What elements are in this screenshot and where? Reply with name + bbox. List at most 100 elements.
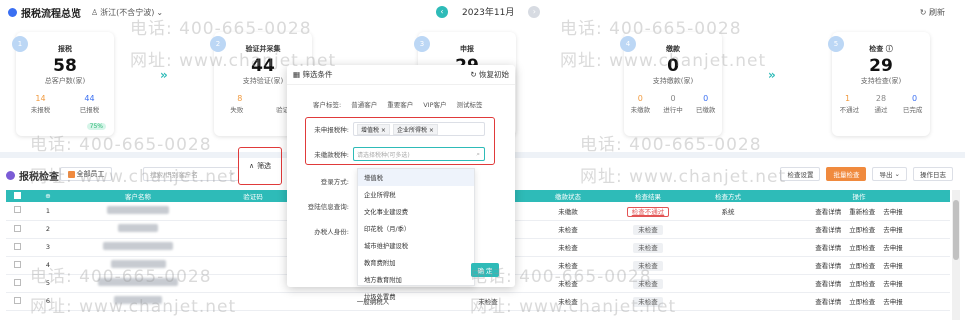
check-link[interactable]: 立即检查 [849, 244, 875, 252]
operation-log-button[interactable]: 操作日志 [913, 167, 953, 181]
dropdown-option[interactable]: 企业所得税 [358, 186, 474, 203]
row-checkbox[interactable] [13, 224, 21, 232]
row-checkbox[interactable] [13, 206, 21, 214]
check-result-tag[interactable]: 未检查 [633, 279, 663, 289]
batch-check-button[interactable]: 批量检查 [826, 167, 867, 181]
header-check-method[interactable]: 检查方式 [688, 190, 768, 202]
dropdown-option[interactable]: 文化事业建设费 [358, 203, 474, 220]
check-result-tag[interactable]: 未检查 [633, 261, 663, 271]
view-detail-link[interactable]: 查看详情 [815, 208, 841, 216]
customer-name[interactable] [68, 292, 208, 311]
filter-button[interactable]: ∧ 筛选 [238, 147, 282, 185]
customer-name[interactable] [68, 238, 208, 257]
declare-link[interactable]: 去申报 [883, 280, 903, 288]
dropdown-option[interactable]: 印花税（月/季） [358, 220, 474, 237]
row-select[interactable] [6, 202, 28, 221]
check-link[interactable]: 立即检查 [849, 262, 875, 270]
declare-link[interactable]: 去申报 [883, 262, 903, 270]
declare-link[interactable]: 去申报 [883, 298, 903, 306]
view-detail-link[interactable]: 查看详情 [815, 262, 841, 270]
search-input[interactable]: 搜索/识别客户名 ⌕ [143, 167, 239, 181]
dropdown-option[interactable]: 地方教育附加 [358, 271, 474, 288]
view-detail-link[interactable]: 查看详情 [815, 244, 841, 252]
count-done[interactable]: 0 [912, 94, 917, 103]
confirm-button[interactable]: 确 定 [471, 263, 499, 277]
staff-filter-button[interactable]: 全部员工 [60, 167, 112, 181]
count-unreported[interactable]: 14 [35, 94, 45, 103]
undeducted-tax-select[interactable]: 请选择税种(可多选) ⌕ [353, 147, 485, 161]
header-check-result[interactable]: 检查结果 [608, 190, 688, 202]
scrollbar-thumb[interactable] [953, 200, 959, 260]
dropdown-option[interactable]: 城市维护建设税 [358, 237, 474, 254]
check-result-tag[interactable]: 未检查 [633, 225, 663, 235]
dropdown-option[interactable]: 增值税 [358, 169, 474, 186]
row-select[interactable] [6, 256, 28, 275]
count-passed[interactable]: 28 [876, 94, 886, 103]
tag-option[interactable]: 普通客户 [351, 99, 377, 109]
check-result[interactable]: 检查不通过 [608, 202, 688, 221]
reset-button[interactable]: ↻ 恢复初始 [470, 69, 509, 80]
check-result[interactable]: 未检查 [608, 274, 688, 293]
declare-link[interactable]: 去申报 [883, 208, 903, 216]
view-detail-link[interactable]: 查看详情 [815, 226, 841, 234]
dropdown-option[interactable]: 教育费附加 [358, 254, 474, 271]
check-result[interactable]: 未检查 [608, 220, 688, 239]
check-result[interactable]: 未检查 [608, 238, 688, 257]
customer-name[interactable] [68, 256, 208, 275]
declare-link[interactable]: 去申报 [883, 226, 903, 234]
customer-name[interactable] [68, 220, 208, 239]
check-link[interactable]: 立即检查 [849, 280, 875, 288]
row-select[interactable] [6, 238, 28, 257]
count-reported[interactable]: 44 [84, 94, 94, 103]
header-pay-status[interactable]: 缴款状态 [528, 190, 608, 202]
check-result-tag[interactable]: 未检查 [633, 243, 663, 253]
export-button[interactable]: 导出 ⌄ [872, 167, 907, 181]
user-icon: ♙ [91, 7, 99, 17]
check-settings-button[interactable]: 检查设置 [780, 167, 821, 181]
check-result[interactable]: 未检查 [608, 256, 688, 275]
check-link[interactable]: 重新检查 [849, 208, 875, 216]
flow-card-payment[interactable]: 4 缴款 0 支持缴款(家) 0 0 0 未缴款 进行中 已缴款 [620, 32, 722, 136]
check-link[interactable]: 立即检查 [849, 298, 875, 306]
select-all-checkbox[interactable] [13, 191, 21, 199]
view-detail-link[interactable]: 查看详情 [815, 298, 841, 306]
count-paid[interactable]: 0 [703, 94, 708, 103]
header-select-all[interactable] [6, 190, 28, 202]
check-result[interactable]: 未检查 [608, 292, 688, 311]
count-failed[interactable]: 8 [237, 94, 242, 103]
row-select[interactable] [6, 292, 28, 311]
view-detail-link[interactable]: 查看详情 [815, 280, 841, 288]
tag-option[interactable]: 测试标签 [457, 99, 483, 109]
next-month-button[interactable]: › [528, 5, 541, 18]
check-link[interactable]: 立即检查 [849, 226, 875, 234]
count-unpaid[interactable]: 0 [638, 94, 643, 103]
table-row[interactable]: 6 一般纳税人 未检查 未检查 未检查 查看详情 立即检查 去申报 [6, 292, 950, 311]
chip-vat[interactable]: 增值税 × [357, 123, 390, 135]
refresh-button[interactable]: ↻ 刷新 [920, 7, 945, 18]
chip-income-tax[interactable]: 企业所得税 × [392, 123, 438, 135]
header-settings[interactable]: ⊕ [28, 190, 68, 202]
tag-option[interactable]: VIP客户 [423, 99, 446, 109]
row-select[interactable] [6, 220, 28, 239]
declare-link[interactable]: 去申报 [883, 244, 903, 252]
row-checkbox[interactable] [13, 242, 21, 250]
table-scrollbar[interactable] [952, 190, 960, 320]
row-checkbox[interactable] [13, 278, 21, 286]
customer-name[interactable] [68, 274, 208, 293]
region-select[interactable]: ♙ 浙江(不含宁波) ⌄ [91, 7, 163, 18]
prev-month-button[interactable]: ‹ [436, 5, 448, 18]
row-checkbox[interactable] [13, 296, 21, 304]
row-select[interactable] [6, 274, 28, 293]
check-result-tag[interactable]: 未检查 [633, 297, 663, 307]
flow-card-check[interactable]: 5 检查 ⓘ 29 支持检查(家) 1 28 0 不通过 通过 已完成 [828, 32, 930, 136]
tag-option[interactable]: 重要客户 [387, 99, 413, 109]
customer-name[interactable] [68, 202, 208, 221]
redacted-name [107, 205, 169, 214]
flow-card-report[interactable]: 1 报税 58 总客户数(家) 14 44 未报税 已报税 75% [12, 32, 114, 136]
check-result-tag[interactable]: 检查不通过 [626, 206, 670, 217]
row-checkbox[interactable] [13, 260, 21, 268]
dropdown-option[interactable]: 垃圾处置费 [358, 288, 474, 305]
unreported-tax-select[interactable]: 增值税 × 企业所得税 × [353, 122, 485, 136]
count-in-progress[interactable]: 0 [670, 94, 675, 103]
count-failed-check[interactable]: 1 [845, 94, 850, 103]
